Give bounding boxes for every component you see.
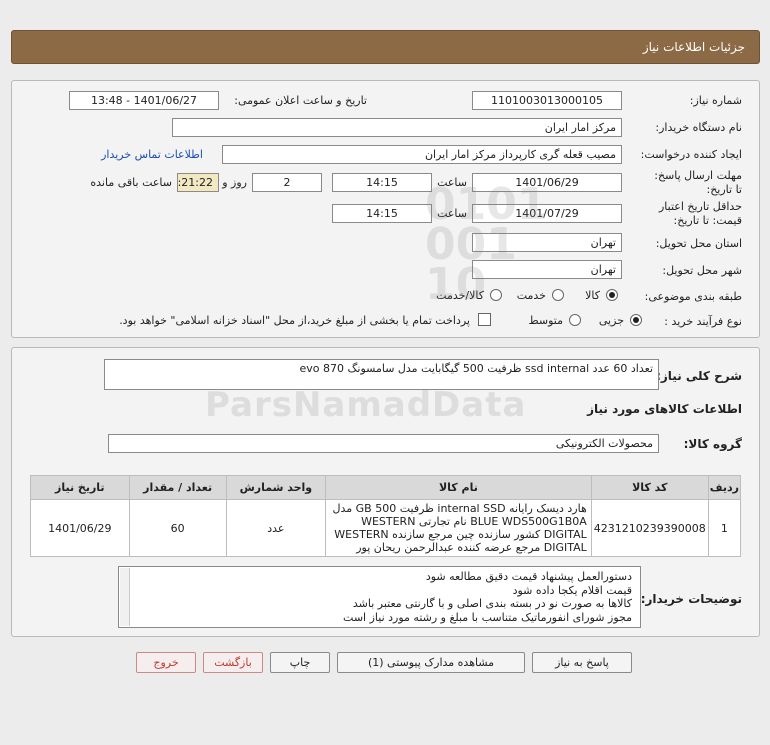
col-name: نام کالا <box>325 475 592 500</box>
validity-date-field: 1401/07/29 <box>472 204 622 223</box>
treasury-payment-checkbox[interactable] <box>478 313 491 326</box>
notes-scrollbar[interactable] <box>120 568 130 626</box>
summary-field: تعداد 60 عدد ssd internal ظرفیت 500 گیگا… <box>104 359 659 390</box>
goods-table: تاریخ نیاز تعداد / مقدار واحد شمارش نام … <box>30 475 742 557</box>
announce-label: تاریخ و ساعت اعلان عمومی: <box>234 94 367 107</box>
cell-index: 1 <box>707 499 742 557</box>
process-label: نوع فرآیند خرید : <box>664 315 742 328</box>
category-radio-service[interactable] <box>552 289 564 301</box>
days-and-label: روز و <box>222 176 247 189</box>
print-button[interactable]: چاپ <box>270 652 330 673</box>
province-field: تهران <box>472 233 622 252</box>
goods-info-title: اطلاعات کالاهای مورد نیاز <box>587 402 742 416</box>
validity-time-label: ساعت <box>437 207 467 220</box>
need-number-field: 1101003013000105 <box>472 91 622 110</box>
col-unit: واحد شمارش <box>225 475 327 500</box>
view-documents-button[interactable]: مشاهده مدارک پیوستی (1) <box>337 652 525 673</box>
process-option-medium: متوسط <box>528 314 563 327</box>
cell-name: هارد دیسک رایانه internal SSD ظرفیت 500 … <box>325 499 592 557</box>
cell-unit: عدد <box>225 499 327 557</box>
col-qty: تعداد / مقدار <box>128 475 227 500</box>
buyer-org-field: مرکز امار ایران <box>172 118 622 137</box>
validity-label: حداقل تاریخ اعتبار قیمت: تا تاریخ: <box>658 200 742 227</box>
buyer-org-label: نام دستگاه خریدار: <box>655 121 742 134</box>
category-radio-goods-service[interactable] <box>490 289 502 301</box>
category-option-service: خدمت <box>516 289 546 302</box>
buyer-contact-link[interactable]: اطلاعات تماس خریدار <box>101 148 203 161</box>
category-option-goods: کالا <box>585 289 600 302</box>
deadline-time-field: 14:15 <box>332 173 432 192</box>
exit-button[interactable]: خروج <box>136 652 196 673</box>
deadline-time-label: ساعت <box>437 176 467 189</box>
page-title: جزئیات اطلاعات نیاز <box>642 40 745 54</box>
back-button[interactable]: بازگشت <box>203 652 263 673</box>
process-radio-medium[interactable] <box>569 314 581 326</box>
creator-label: ایجاد کننده درخواست: <box>640 148 742 161</box>
buyer-note-line: کالاها به صورت نو در بسته بندی اصلی و با… <box>352 597 632 610</box>
need-number-label: شماره نیاز: <box>689 94 742 107</box>
remaining-label: ساعت باقی مانده <box>90 176 172 189</box>
treasury-payment-note: پرداخت تمام یا بخشی از مبلغ خرید،از محل … <box>119 314 470 327</box>
buyer-notes-label: توضیحات خریدار: <box>640 592 742 606</box>
city-field: تهران <box>472 260 622 279</box>
category-label: طبقه بندی موضوعی: <box>644 290 742 303</box>
reply-button[interactable]: پاسخ به نیاز <box>532 652 632 673</box>
cell-code: 4231210239390008 <box>590 499 709 557</box>
category-option-goods-service: کالا/خدمت <box>436 289 484 302</box>
buyer-note-line: مجوز شورای انفورماتیک متناسب با مبلغ و ر… <box>343 610 632 624</box>
summary-label: شرح کلی نیاز: <box>656 369 742 383</box>
col-index: ردیف <box>707 475 742 500</box>
col-date: تاریخ نیاز <box>30 475 130 500</box>
process-radio-minor[interactable] <box>630 314 642 326</box>
goods-group-field: محصولات الکترونیکی <box>108 434 659 453</box>
page-header: جزئیات اطلاعات نیاز <box>11 30 760 64</box>
days-field: 2 <box>252 173 322 192</box>
province-label: استان محل تحویل: <box>655 237 742 250</box>
buyer-notes-box[interactable]: دستورالعمل پیشنهاد قیمت دقیق مطالعه شود … <box>118 566 641 628</box>
announce-datetime-field: 1401/06/27 - 13:48 <box>69 91 219 110</box>
deadline-label: مهلت ارسال پاسخ: تا تاریخ: <box>654 169 742 196</box>
deadline-date-field: 1401/06/29 <box>472 173 622 192</box>
process-option-minor: جزیی <box>598 314 624 327</box>
goods-table-header: تاریخ نیاز تعداد / مقدار واحد شمارش نام … <box>30 475 742 500</box>
cell-date: 1401/06/29 <box>30 499 130 557</box>
buyer-note-line: قیمت اقلام یکجا داده شود <box>512 583 632 597</box>
cell-qty: 60 <box>128 499 227 557</box>
table-row[interactable]: 1401/06/29 60 عدد هارد دیسک رایانه inter… <box>30 499 742 557</box>
buyer-note-line: دستورالعمل پیشنهاد قیمت دقیق مطالعه شود <box>425 570 632 583</box>
creator-field: مصیب قعله گری کارپرداز مرکز امار ایران <box>222 145 622 164</box>
goods-group-label: گروه کالا: <box>683 437 742 451</box>
city-label: شهر محل تحویل: <box>662 264 742 277</box>
remaining-time-field: 00:21:22 <box>177 173 219 192</box>
category-radio-goods[interactable] <box>606 289 618 301</box>
col-code: کد کالا <box>590 475 709 500</box>
validity-time-field: 14:15 <box>332 204 432 223</box>
